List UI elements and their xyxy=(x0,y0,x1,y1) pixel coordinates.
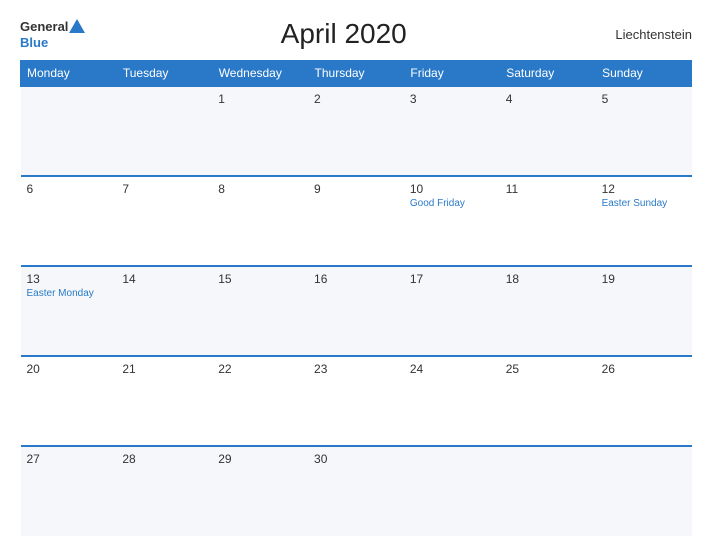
calendar-cell xyxy=(404,446,500,536)
calendar-cell: 15 xyxy=(212,266,308,356)
day-number: 21 xyxy=(122,362,206,376)
calendar-cell: 16 xyxy=(308,266,404,356)
calendar-cell: 2 xyxy=(308,86,404,176)
day-number: 17 xyxy=(410,272,494,286)
logo-general: General xyxy=(20,19,68,34)
day-number: 23 xyxy=(314,362,398,376)
weekday-header: Thursday xyxy=(308,61,404,87)
day-number: 27 xyxy=(27,452,111,466)
weekday-header-row: MondayTuesdayWednesdayThursdayFridaySatu… xyxy=(21,61,692,87)
day-number: 7 xyxy=(122,182,206,196)
calendar-cell: 26 xyxy=(596,356,692,446)
calendar-table: MondayTuesdayWednesdayThursdayFridaySatu… xyxy=(20,60,692,536)
calendar-cell: 7 xyxy=(116,176,212,266)
calendar-cell: 13 Easter Monday xyxy=(21,266,117,356)
calendar-cell: 18 xyxy=(500,266,596,356)
calendar-cell: 29 xyxy=(212,446,308,536)
day-number: 18 xyxy=(506,272,590,286)
calendar-week-row: 13 Easter Monday 14 15 16 17 18 19 xyxy=(21,266,692,356)
day-number: 19 xyxy=(602,272,686,286)
calendar-cell: 22 xyxy=(212,356,308,446)
day-number: 10 xyxy=(410,182,494,196)
calendar-cell: 30 xyxy=(308,446,404,536)
calendar-cell: 25 xyxy=(500,356,596,446)
calendar-cell: 9 xyxy=(308,176,404,266)
calendar-cell: 21 xyxy=(116,356,212,446)
calendar-cell: 1 xyxy=(212,86,308,176)
day-number: 25 xyxy=(506,362,590,376)
calendar-cell: 14 xyxy=(116,266,212,356)
calendar-header: General Blue April 2020 Liechtenstein xyxy=(20,18,692,50)
logo-triangle-icon xyxy=(69,19,85,33)
day-number: 15 xyxy=(218,272,302,286)
day-number: 9 xyxy=(314,182,398,196)
calendar-week-row: 6789 10 Good Friday 11 12 Easter Sunday xyxy=(21,176,692,266)
day-number: 28 xyxy=(122,452,206,466)
calendar-cell: 20 xyxy=(21,356,117,446)
calendar-cell xyxy=(116,86,212,176)
calendar-cell xyxy=(596,446,692,536)
calendar-cell: 4 xyxy=(500,86,596,176)
calendar-week-row: 20 21 22 23 24 25 26 xyxy=(21,356,692,446)
calendar-cell: 8 xyxy=(212,176,308,266)
calendar-cell: 23 xyxy=(308,356,404,446)
day-number: 5 xyxy=(602,92,686,106)
day-number: 29 xyxy=(218,452,302,466)
day-number: 4 xyxy=(506,92,590,106)
holiday-label: Good Friday xyxy=(410,198,494,209)
logo-blue: Blue xyxy=(20,35,48,50)
day-number: 26 xyxy=(602,362,686,376)
weekday-header: Friday xyxy=(404,61,500,87)
weekday-header: Monday xyxy=(21,61,117,87)
day-number: 24 xyxy=(410,362,494,376)
calendar-cell: 12 Easter Sunday xyxy=(596,176,692,266)
day-number: 6 xyxy=(27,182,111,196)
holiday-label: Easter Monday xyxy=(27,288,111,299)
day-number: 12 xyxy=(602,182,686,196)
weekday-header: Saturday xyxy=(500,61,596,87)
calendar-cell xyxy=(21,86,117,176)
calendar-cell: 19 xyxy=(596,266,692,356)
calendar-cell: 3 xyxy=(404,86,500,176)
day-number: 14 xyxy=(122,272,206,286)
logo: General Blue xyxy=(20,19,85,50)
calendar-cell: 11 xyxy=(500,176,596,266)
calendar-cell: 24 xyxy=(404,356,500,446)
calendar-cell: 28 xyxy=(116,446,212,536)
day-number: 3 xyxy=(410,92,494,106)
day-number: 13 xyxy=(27,272,111,286)
calendar-title: April 2020 xyxy=(85,18,602,50)
calendar-week-row: 12345 xyxy=(21,86,692,176)
day-number: 8 xyxy=(218,182,302,196)
weekday-header: Sunday xyxy=(596,61,692,87)
country-label: Liechtenstein xyxy=(602,27,692,42)
day-number: 30 xyxy=(314,452,398,466)
calendar-cell: 5 xyxy=(596,86,692,176)
calendar-cell xyxy=(500,446,596,536)
day-number: 16 xyxy=(314,272,398,286)
calendar-week-row: 27 28 29 30 xyxy=(21,446,692,536)
day-number: 2 xyxy=(314,92,398,106)
calendar-cell: 6 xyxy=(21,176,117,266)
calendar-cell: 10 Good Friday xyxy=(404,176,500,266)
day-number: 11 xyxy=(506,182,590,196)
weekday-header: Tuesday xyxy=(116,61,212,87)
day-number: 20 xyxy=(27,362,111,376)
calendar-cell: 27 xyxy=(21,446,117,536)
calendar-cell: 17 xyxy=(404,266,500,356)
holiday-label: Easter Sunday xyxy=(602,198,686,209)
day-number: 1 xyxy=(218,92,302,106)
day-number: 22 xyxy=(218,362,302,376)
weekday-header: Wednesday xyxy=(212,61,308,87)
